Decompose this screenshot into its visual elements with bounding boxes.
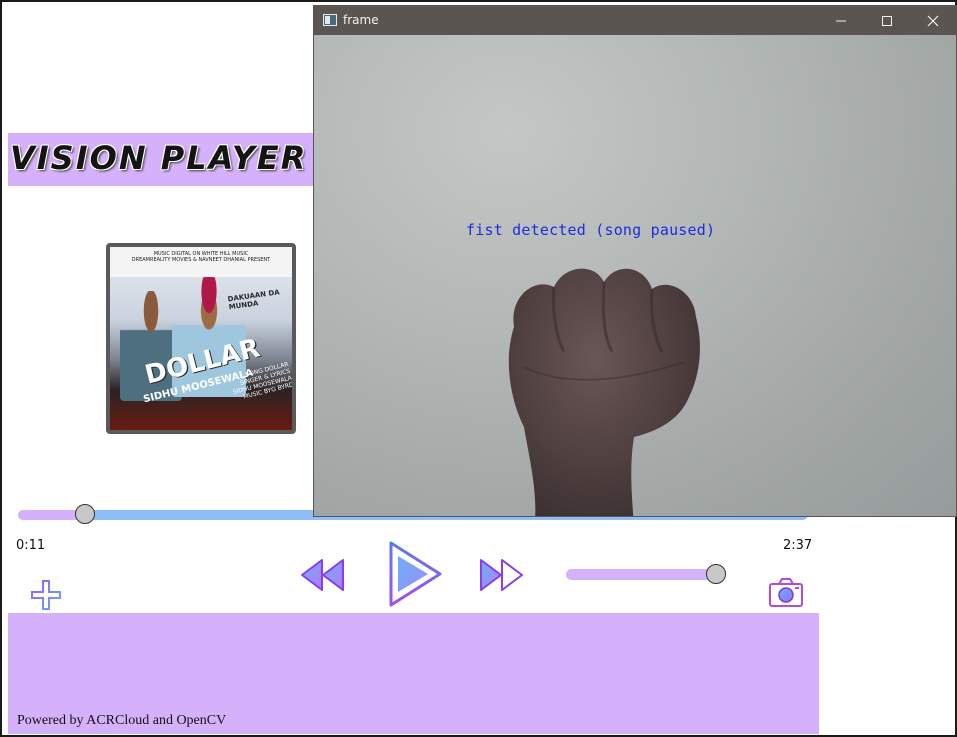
camera-feed: fist detected (song paused) (314, 35, 956, 516)
maximize-button[interactable] (864, 6, 910, 35)
player-window: VISION PLAYER MUSIC DIGITAL ON WHITE HIL… (0, 0, 957, 737)
close-button[interactable] (910, 6, 956, 35)
camera-window-titlebar[interactable]: frame (314, 6, 956, 35)
camera-icon (769, 578, 803, 607)
audio-wave-icon (31, 650, 75, 688)
fast-forward-icon (480, 559, 523, 591)
album-art: MUSIC DIGITAL ON WHITE HILL MUSIC DREAMR… (106, 243, 296, 434)
add-button[interactable] (28, 578, 64, 612)
camera-window-title: frame (343, 13, 379, 27)
volume-slider-thumb[interactable] (706, 564, 726, 584)
logo-banner: VISION PLAYER (8, 133, 320, 186)
plus-icon (31, 580, 61, 610)
logo-text: VISION PLAYER (10, 139, 308, 177)
window-app-icon (323, 14, 337, 26)
play-icon (389, 541, 442, 607)
album-art-header: MUSIC DIGITAL ON WHITE HILL MUSIC DREAMR… (110, 247, 292, 277)
maximize-icon (882, 15, 892, 26)
rewind-icon (301, 559, 344, 591)
fast-forward-button[interactable] (478, 555, 526, 595)
footer-credit: Powered by ACRCloud and OpenCV (17, 713, 227, 728)
rewind-button[interactable] (298, 555, 346, 595)
seek-bar-thumb[interactable] (75, 504, 96, 524)
play-button[interactable] (386, 540, 444, 608)
total-duration: 2:37 (783, 538, 813, 553)
gesture-detection-label: fist detected (song paused) (466, 221, 716, 239)
footer-panel: Powered by ACRCloud and OpenCV (8, 613, 819, 734)
camera-button[interactable] (768, 576, 804, 608)
fist-image (508, 268, 700, 516)
minimize-button[interactable] (818, 6, 864, 35)
close-icon (927, 15, 939, 26)
camera-frame-window: frame fist detected (song paused) (313, 5, 957, 517)
elapsed-time: 0:11 (16, 538, 46, 553)
minimize-icon (836, 20, 846, 21)
volume-slider[interactable] (566, 569, 716, 580)
